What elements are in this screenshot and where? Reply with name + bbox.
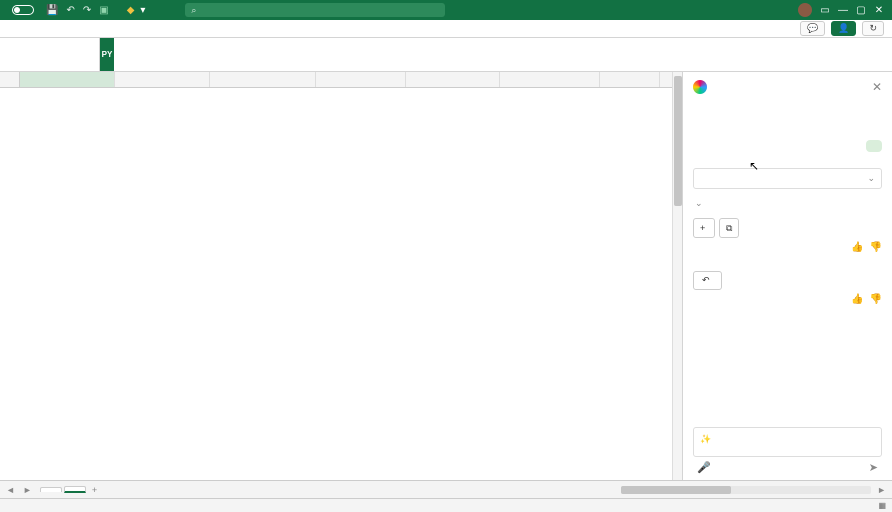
col-B[interactable] [115, 72, 210, 87]
copy-icon: ⧉ [726, 223, 732, 234]
shield-icon: ◆ [127, 5, 135, 16]
explain-code-card[interactable]: ⌄ [693, 194, 882, 213]
col-A[interactable] [20, 72, 115, 87]
horizontal-scrollbar[interactable] [621, 486, 871, 494]
tab-nav-next[interactable]: ► [23, 485, 32, 495]
close-pane-icon[interactable]: ✕ [872, 80, 882, 94]
scroll-right-icon[interactable]: ► [877, 485, 886, 495]
vertical-scrollbar[interactable] [672, 72, 682, 480]
avatar[interactable] [798, 3, 812, 17]
formula-input[interactable] [114, 38, 892, 71]
insert-sheet-button[interactable]: + [693, 218, 715, 238]
disclaimer: 👍👎 [693, 242, 882, 253]
column-headers [0, 72, 672, 88]
excel-icon: ▣ [99, 5, 108, 16]
ribbon-options-icon[interactable]: ▭ [820, 5, 830, 16]
comments-button[interactable]: 💬 [800, 21, 825, 36]
status-bar: ▦ [0, 498, 892, 512]
copilot-logo-icon [693, 80, 707, 94]
sheet-tab-contoso[interactable] [40, 487, 62, 492]
python-code-card[interactable]: ⌄ [693, 168, 882, 189]
tab-nav-prev[interactable]: ◄ [6, 485, 15, 495]
copilot-pane: ✕ ⌄ ⌄ + ⧉ 👍👎 ↶ ↖ 👍👎 ✨ [682, 72, 892, 480]
search-icon: ⌕ [191, 5, 196, 16]
autosave-toggle[interactable] [12, 5, 34, 15]
thumbs-down-icon[interactable]: 👎 [870, 242, 882, 253]
titlebar: 💾 ↶ ↷ ▣ ◆ ▾ ⌕ ▭ — ▢ ✕ [0, 0, 892, 20]
python-marker: PY [100, 38, 114, 71]
mic-icon[interactable]: 🎤 [697, 461, 711, 474]
chevron-down-icon: ⌄ [867, 173, 875, 184]
save-icon[interactable]: 💾 [46, 5, 58, 16]
sheet-tabs: ◄ ► + ► [0, 480, 892, 498]
redo-icon[interactable]: ↷ [83, 5, 91, 16]
user-message [866, 140, 882, 152]
col-F[interactable] [500, 72, 600, 87]
chevron-down-icon: ⌄ [695, 198, 703, 208]
chevron-down-icon: ▾ [140, 5, 145, 16]
col-G[interactable] [600, 72, 660, 87]
ribbon: 💬 👤 ↻ [0, 20, 892, 38]
thumbs-up-icon[interactable]: 👍 [851, 242, 863, 253]
undo-icon[interactable]: ↶ [66, 5, 74, 16]
worksheet[interactable] [0, 72, 672, 480]
formula-bar: PY [0, 38, 892, 72]
select-all[interactable] [0, 72, 20, 87]
name-box[interactable] [0, 38, 100, 71]
add-sheet-icon[interactable]: + [92, 485, 97, 495]
send-icon[interactable]: ➤ [869, 461, 878, 474]
col-D[interactable] [316, 72, 406, 87]
disclaimer-2: 👍👎 [693, 294, 882, 305]
sheet-tab-forecast[interactable] [64, 486, 86, 493]
sensitivity-label[interactable]: ◆ ▾ [127, 5, 146, 16]
search-input[interactable]: ⌕ [185, 3, 445, 17]
col-E[interactable] [406, 72, 500, 87]
col-C[interactable] [210, 72, 316, 87]
maximize-icon[interactable]: ▢ [856, 5, 866, 16]
undo-icon: ↶ [702, 275, 710, 286]
display-settings[interactable]: ▦ [878, 501, 886, 510]
sparkle-icon: ✨ [700, 434, 711, 444]
thumbs-up-icon[interactable]: 👍 [851, 294, 863, 305]
catchup-button[interactable]: ↻ [862, 21, 884, 36]
minimize-icon[interactable]: — [838, 5, 848, 16]
prompt-input[interactable]: ✨ [693, 427, 882, 457]
copy-button[interactable]: ⧉ [719, 218, 739, 238]
share-button[interactable]: 👤 [831, 21, 856, 36]
undo-button[interactable]: ↶ [693, 271, 722, 290]
close-icon[interactable]: ✕ [874, 5, 884, 16]
plus-icon: + [700, 223, 705, 233]
thumbs-down-icon[interactable]: 👎 [870, 294, 882, 305]
